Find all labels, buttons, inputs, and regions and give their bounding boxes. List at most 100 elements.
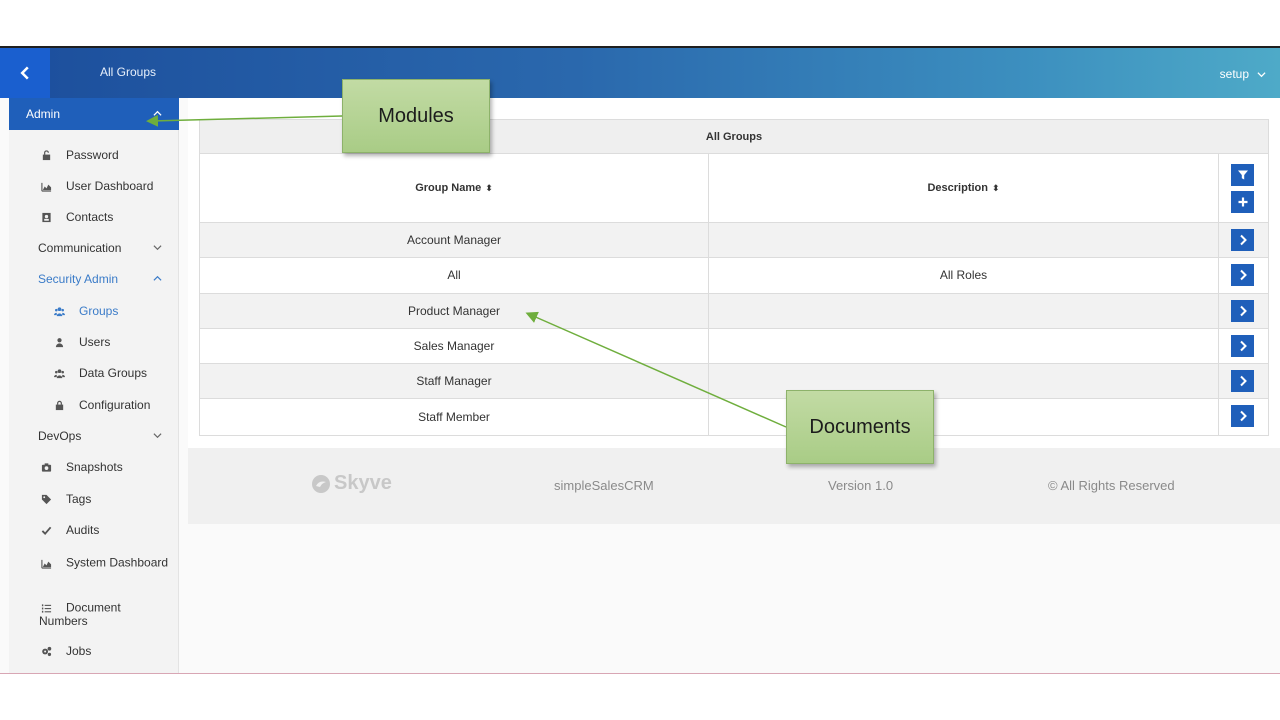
sidebar-item-document-numbers[interactable]: Document Numbers xyxy=(9,601,179,628)
tag-icon xyxy=(39,492,53,506)
column-label: Group Name xyxy=(415,182,482,194)
table-row[interactable]: Staff Member xyxy=(200,399,1268,435)
sort-icon: ⬍ xyxy=(991,182,1000,193)
sidebar-group-devops[interactable]: DevOps xyxy=(9,429,179,443)
callout-documents: Documents xyxy=(786,390,934,464)
sidebar-item-system-dashboard[interactable]: System Dashboard xyxy=(9,556,179,570)
sidebar-item-configuration[interactable]: Configuration xyxy=(9,398,179,412)
cell-actions xyxy=(1219,364,1268,398)
chevron-right-icon xyxy=(1239,411,1247,422)
chevron-down-icon xyxy=(1257,71,1266,77)
skyve-logo: Skyve xyxy=(311,472,392,495)
chevron-right-icon xyxy=(1239,234,1247,246)
lock-open-icon xyxy=(39,148,53,162)
chevron-up-icon xyxy=(153,275,162,281)
open-row-button[interactable] xyxy=(1231,264,1254,287)
sidebar-item-data-groups[interactable]: Data Groups xyxy=(9,366,179,380)
sidebar-item-jobs[interactable]: Jobs xyxy=(9,644,179,658)
groups-grid: All Groups Group Name ⬍ Description ⬍ Ac… xyxy=(199,119,1269,436)
sidebar-item-label: Audits xyxy=(66,523,100,537)
module-admin[interactable]: Admin xyxy=(9,98,179,130)
open-row-button[interactable] xyxy=(1231,299,1254,322)
chevron-right-icon xyxy=(1239,340,1247,352)
cell-description xyxy=(709,328,1219,364)
cell-actions xyxy=(1219,329,1268,363)
sidebar-item-label: Configuration xyxy=(79,398,151,412)
open-row-button[interactable] xyxy=(1231,370,1254,393)
sidebar-item-label: DevOps xyxy=(38,429,82,443)
sidebar-item-label: Data Groups xyxy=(79,366,148,380)
cell-actions xyxy=(1219,223,1268,257)
footer-app-name: simpleSalesCRM xyxy=(554,478,654,493)
list-ol-icon xyxy=(39,601,53,615)
sidebar-item-label: Contacts xyxy=(66,210,114,224)
sidebar-item-label: Groups xyxy=(79,304,119,318)
user-menu[interactable]: setup xyxy=(1220,67,1266,81)
chevron-right-icon xyxy=(1239,375,1247,387)
open-row-button[interactable] xyxy=(1231,229,1254,251)
table-row[interactable]: Account Manager xyxy=(200,223,1268,259)
sidebar-item-user-dashboard[interactable]: User Dashboard xyxy=(9,179,179,193)
cogs-icon xyxy=(39,644,53,658)
sidebar-item-text: System Dashboard xyxy=(39,556,169,570)
app-window: All Groups setup Admin Password User Das… xyxy=(0,46,1280,674)
cell-group-name: Account Manager xyxy=(200,223,709,258)
sidebar-item-label: Password xyxy=(66,148,119,162)
user-menu-label: setup xyxy=(1219,67,1249,81)
sidebar-item-label: User Dashboard xyxy=(66,179,154,193)
sidebar-item-audits[interactable]: Audits xyxy=(9,523,179,537)
user-icon xyxy=(52,335,66,349)
sidebar-item-label: Jobs xyxy=(66,644,92,658)
cell-actions xyxy=(1219,258,1268,292)
table-row[interactable]: Sales Manager xyxy=(200,328,1268,365)
table-row[interactable]: Product Manager xyxy=(200,293,1268,329)
chevron-right-icon xyxy=(1239,305,1247,316)
footer-rights: © All Rights Reserved xyxy=(1048,478,1175,493)
chevron-down-icon xyxy=(153,245,162,251)
open-row-button[interactable] xyxy=(1231,334,1254,357)
cell-actions xyxy=(1219,294,1268,328)
sidebar-item-groups[interactable]: Groups xyxy=(9,304,179,318)
column-header-description[interactable]: Description ⬍ xyxy=(709,154,1219,222)
cell-description xyxy=(709,293,1219,328)
cell-description xyxy=(709,223,1219,258)
sidebar-item-contacts[interactable]: Contacts xyxy=(9,210,179,224)
sidebar-item-tags[interactable]: Tags xyxy=(9,492,179,506)
plus-icon xyxy=(1238,197,1247,207)
sidebar-item-snapshots[interactable]: Snapshots xyxy=(9,460,179,474)
table-row[interactable]: All All Roles xyxy=(200,258,1268,294)
sidebar-item-password[interactable]: Password xyxy=(9,148,179,162)
back-button[interactable] xyxy=(0,48,50,98)
column-header-actions xyxy=(1219,154,1268,222)
sidebar: Admin Password User Dashboard Contacts C… xyxy=(9,98,179,673)
cell-group-name: Sales Manager xyxy=(200,328,709,364)
cell-description: All Roles xyxy=(709,258,1219,293)
column-label: Description xyxy=(927,182,988,194)
sidebar-item-users[interactable]: Users xyxy=(9,335,179,349)
chevron-up-icon xyxy=(153,110,162,116)
chevron-left-icon xyxy=(20,66,29,80)
table-row[interactable]: Staff Manager xyxy=(200,364,1268,400)
callout-modules: Modules xyxy=(342,79,490,153)
area-chart-icon xyxy=(39,556,53,570)
add-button[interactable] xyxy=(1231,191,1254,213)
sidebar-group-security-admin[interactable]: Security Admin xyxy=(9,272,179,286)
users-icon xyxy=(52,304,66,318)
column-header-group-name[interactable]: Group Name ⬍ xyxy=(200,154,709,222)
page-title: All Groups xyxy=(100,65,157,79)
chevron-right-icon xyxy=(1239,270,1247,281)
skyve-logo-icon xyxy=(312,474,330,493)
sidebar-group-communication[interactable]: Communication xyxy=(9,241,179,255)
lock-icon xyxy=(52,398,66,412)
users-icon xyxy=(52,366,66,380)
grid-header: Group Name ⬍ Description ⬍ xyxy=(200,154,1268,223)
filter-button[interactable] xyxy=(1231,164,1254,186)
cell-group-name: Staff Member xyxy=(200,399,709,435)
sidebar-item-label: Tags xyxy=(66,492,92,506)
open-row-button[interactable] xyxy=(1231,405,1254,428)
cell-actions xyxy=(1219,399,1268,434)
sidebar-item-label: System Dashboard xyxy=(66,555,169,570)
footer: Skyve simpleSalesCRM Version 1.0 © All R… xyxy=(188,448,1280,524)
logo-text: Skyve xyxy=(334,472,392,494)
cell-group-name: All xyxy=(200,258,709,293)
